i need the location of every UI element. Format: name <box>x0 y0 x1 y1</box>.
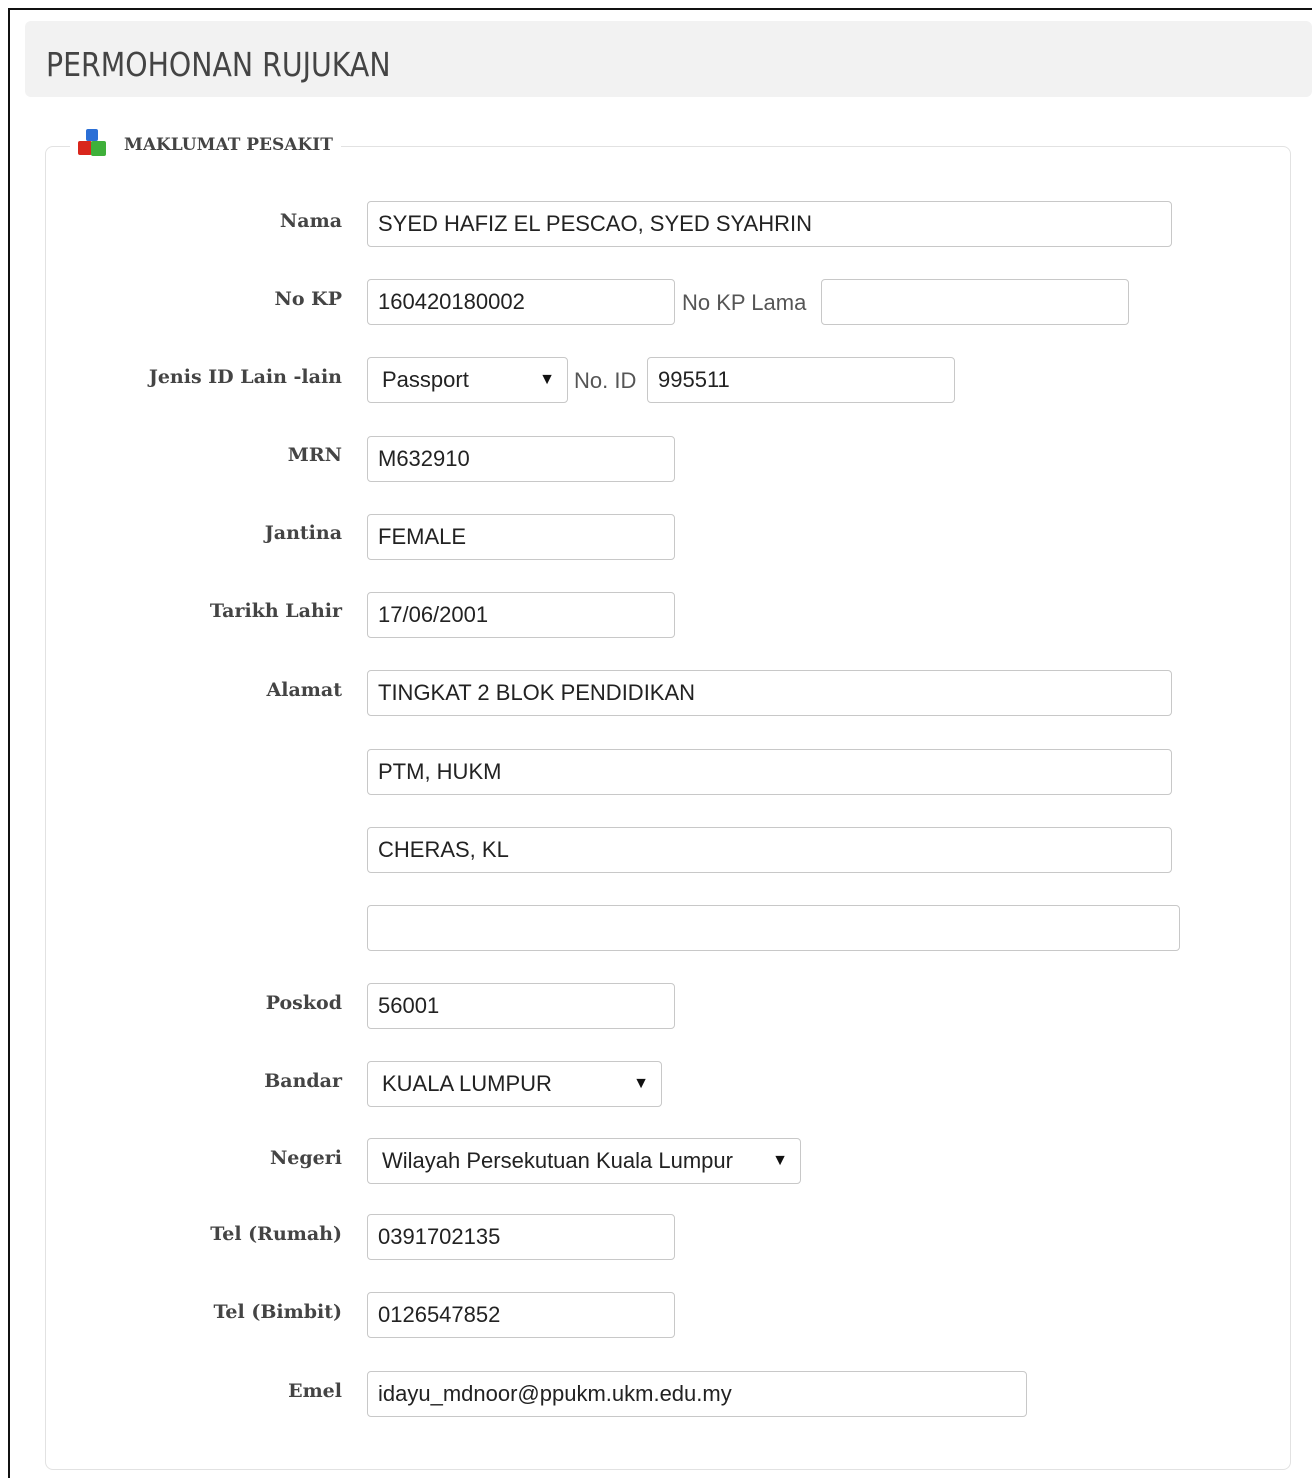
negeri-label: Negeri <box>269 1147 342 1169</box>
alamat-line-4[interactable] <box>367 905 1180 951</box>
nama-label: Nama <box>279 210 342 232</box>
negeri-select[interactable]: Wilayah Persekutuan Kuala Lumpur ▼ <box>367 1138 801 1184</box>
tel-rumah-field[interactable]: 0391702135 <box>367 1214 675 1260</box>
mrn-field[interactable]: M632910 <box>367 436 675 482</box>
jenis-id-label: Jenis ID Lain -lain <box>148 366 342 388</box>
no-kp-lama-label: No KP Lama <box>682 290 807 315</box>
jantina-label: Jantina <box>264 522 342 544</box>
negeri-selected: Wilayah Persekutuan Kuala Lumpur <box>382 1148 733 1173</box>
poskod-field[interactable]: 56001 <box>367 983 675 1029</box>
page-title: PERMOHONAN RUJUKAN <box>46 45 391 84</box>
no-kp-field[interactable]: 160420180002 <box>367 279 675 325</box>
alamat-line-3[interactable]: CHERAS, KL <box>367 827 1172 873</box>
bandar-selected: KUALA LUMPUR <box>382 1071 552 1096</box>
jenis-id-select[interactable]: Passport ▼ <box>367 357 568 403</box>
no-id-field[interactable]: 995511 <box>647 357 955 403</box>
page-header: PERMOHONAN RUJUKAN <box>25 21 1312 97</box>
tel-bimbit-field[interactable]: 0126547852 <box>367 1292 675 1338</box>
tarikh-lahir-label: Tarikh Lahir <box>209 600 342 622</box>
no-kp-label: No KP <box>274 288 342 310</box>
chevron-down-icon: ▼ <box>633 1075 649 1092</box>
tarikh-lahir-field[interactable]: 17/06/2001 <box>367 592 675 638</box>
tel-bimbit-label: Tel (Bimbit) <box>213 1301 342 1323</box>
alamat-label: Alamat <box>266 679 342 701</box>
tel-rumah-label: Tel (Rumah) <box>210 1223 342 1245</box>
nama-field[interactable]: SYED HAFIZ EL PESCAO, SYED SYAHRIN <box>367 201 1172 247</box>
blocks-icon <box>76 129 108 161</box>
poskod-label: Poskod <box>265 992 342 1014</box>
section-legend-label: MAKLUMAT PESAKIT <box>124 135 333 155</box>
emel-field[interactable]: idayu_mdnoor@ppukm.ukm.edu.my <box>367 1371 1027 1417</box>
bandar-label: Bandar <box>264 1070 342 1092</box>
chevron-down-icon: ▼ <box>772 1152 788 1169</box>
section-legend: MAKLUMAT PESAKIT <box>70 127 341 163</box>
patient-info-fieldset <box>45 146 1291 1470</box>
mrn-label: MRN <box>287 444 342 466</box>
alamat-line-2[interactable]: PTM, HUKM <box>367 749 1172 795</box>
jenis-id-selected: Passport <box>382 367 469 392</box>
jantina-field[interactable]: FEMALE <box>367 514 675 560</box>
no-id-label: No. ID <box>574 368 637 393</box>
chevron-down-icon: ▼ <box>539 371 555 388</box>
bandar-select[interactable]: KUALA LUMPUR ▼ <box>367 1061 662 1107</box>
emel-label: Emel <box>288 1380 342 1402</box>
no-kp-lama-field[interactable] <box>821 279 1129 325</box>
alamat-line-1[interactable]: TINGKAT 2 BLOK PENDIDIKAN <box>367 670 1172 716</box>
